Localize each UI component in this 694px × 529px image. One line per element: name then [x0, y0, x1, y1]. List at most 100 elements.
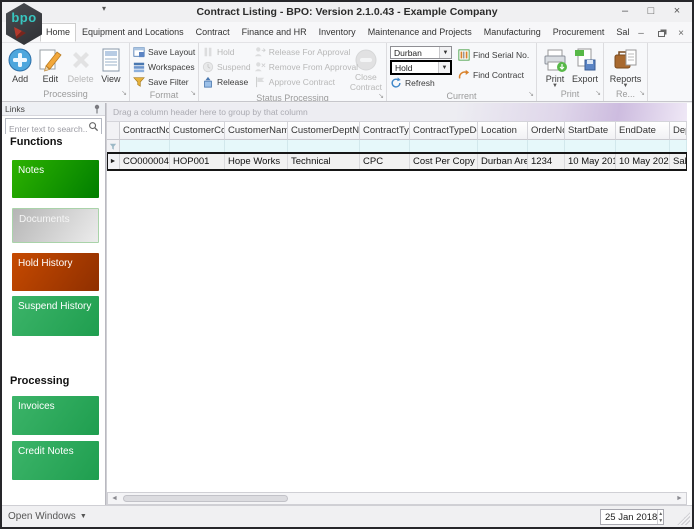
filter-cell[interactable] [360, 140, 410, 153]
approve-contract-flag-icon [255, 76, 265, 88]
dialog-launcher-icon[interactable]: ↘ [639, 88, 645, 100]
tab-home[interactable]: Home [40, 23, 77, 42]
column-header-customername[interactable]: CustomerName [225, 122, 288, 140]
workspaces-button[interactable]: Workspaces ▼ [133, 60, 198, 74]
column-header-contracttypedesc[interactable]: ContractTypeDesc [410, 122, 478, 140]
close-button[interactable]: × [664, 2, 690, 20]
sidebar-button-hold-history[interactable]: Hold History [12, 253, 99, 291]
release-button[interactable]: Release [202, 75, 254, 89]
mdi-restore-button[interactable] [653, 26, 669, 40]
release-icon [204, 76, 212, 88]
column-header-startdate[interactable]: StartDate [565, 122, 616, 140]
tab-procurement[interactable]: Procurement [547, 23, 611, 42]
maximize-button[interactable]: □ [638, 2, 664, 20]
edit-button[interactable]: Edit [35, 45, 65, 88]
credit-notes-label: Credit Notes [18, 446, 74, 457]
release-for-approval-button: Release For Approval [254, 45, 351, 59]
export-button[interactable]: Export [570, 45, 600, 88]
location-filter-dropdown[interactable]: Durban ▼ [390, 46, 452, 59]
horizontal-scrollbar[interactable]: ◄ ► [107, 492, 687, 505]
status-filter-dropdown[interactable]: Hold ▼ [390, 60, 452, 75]
refresh-button[interactable]: Refresh [390, 76, 458, 90]
view-button[interactable]: View [96, 45, 126, 88]
filter-cell[interactable] [478, 140, 528, 153]
column-header-department[interactable]: Depart [670, 122, 687, 140]
delete-button: Delete [66, 45, 96, 88]
date-editor[interactable]: 25 Jan 2018 ▲ ▼ [600, 509, 664, 525]
tab-inventory[interactable]: Inventory [313, 23, 362, 42]
cell-customername: Hope Works [225, 153, 288, 170]
column-header-contracttype[interactable]: ContractType [360, 122, 410, 140]
print-button[interactable]: Print ▼ [540, 45, 570, 89]
chevron-down-icon: ▼ [79, 513, 87, 520]
dialog-launcher-icon[interactable]: ↘ [378, 91, 384, 101]
spinner-up-icon[interactable]: ▲ [658, 510, 663, 517]
filter-cell[interactable] [670, 140, 687, 153]
column-header-contractno[interactable]: ContractNo [120, 122, 170, 140]
sidebar-button-credit-notes[interactable]: Credit Notes [12, 441, 99, 480]
chevron-down-icon: ▼ [438, 62, 450, 73]
add-icon [8, 48, 32, 72]
open-windows-button[interactable]: Open Windows ▼ [2, 511, 87, 522]
add-label: Add [12, 74, 29, 84]
filter-cell[interactable] [225, 140, 288, 153]
approve-contract-label: Approve Contract [268, 77, 335, 87]
scroll-right-icon[interactable]: ► [673, 493, 686, 504]
column-header-location[interactable]: Location [478, 122, 528, 140]
add-button[interactable]: Add [5, 45, 35, 88]
mdi-close-button[interactable]: × [673, 26, 689, 40]
ribbon-group-status-processing: Hold Suspend Release Release For Approva… [199, 43, 387, 101]
column-header-customercode[interactable]: CustomerCode [170, 122, 225, 140]
app-window: bpo ▾ Contract Listing - BPO: Version 2.… [0, 0, 694, 529]
find-contract-icon [458, 69, 470, 79]
filter-cell[interactable] [288, 140, 360, 153]
dialog-launcher-icon[interactable]: ↘ [190, 88, 196, 100]
ribbon: Add Edit Delete View Processing ↘ Save L… [2, 43, 692, 102]
filter-cell[interactable] [120, 140, 170, 153]
filter-cell[interactable] [410, 140, 478, 153]
column-header-enddate[interactable]: EndDate [616, 122, 670, 140]
dialog-launcher-icon[interactable]: ↘ [528, 89, 534, 101]
sidebar-button-invoices[interactable]: Invoices [12, 396, 99, 435]
resize-grip[interactable] [677, 512, 690, 525]
sidebar-button-documents[interactable]: Documents [12, 208, 99, 243]
filter-cell[interactable] [616, 140, 670, 153]
save-layout-button[interactable]: Save Layout [133, 45, 198, 59]
tab-contract[interactable]: Contract [190, 23, 236, 42]
spinner-down-icon[interactable]: ▼ [658, 517, 663, 524]
table-row-selected[interactable]: ► CO0000045 HOP001 Hope Works Technical … [107, 152, 687, 171]
ribbon-group-reports: Reports ▼ Re... ↘ [604, 43, 648, 101]
column-header-orderno[interactable]: OrderNo [528, 122, 565, 140]
reports-button[interactable]: Reports ▼ [607, 45, 644, 89]
find-serial-no-button[interactable]: Find Serial No. [458, 48, 529, 62]
cell-contracttype: CPC [360, 153, 410, 170]
ribbon-group-processing: Add Edit Delete View Processing ↘ [2, 43, 130, 101]
mdi-minimize-button[interactable]: – [633, 26, 649, 40]
scrollbar-thumb[interactable] [123, 495, 288, 502]
tab-equipment-and-locations[interactable]: Equipment and Locations [76, 23, 190, 42]
scroll-left-icon[interactable]: ◄ [108, 493, 121, 504]
tab-maintenance-and-projects[interactable]: Maintenance and Projects [362, 23, 478, 42]
find-contract-button[interactable]: Find Contract [458, 68, 529, 82]
filter-cell[interactable] [528, 140, 565, 153]
cell-customercode: HOP001 [170, 153, 225, 170]
dialog-launcher-icon[interactable]: ↘ [121, 88, 127, 100]
tab-manufacturing[interactable]: Manufacturing [478, 23, 547, 42]
sidebar-button-notes[interactable]: Notes [12, 160, 99, 198]
minimize-button[interactable]: – [612, 2, 638, 20]
cell-enddate: 10 May 2022 [616, 153, 670, 170]
cell-contracttypedesc: Cost Per Copy [410, 153, 478, 170]
column-header-customerdeptname[interactable]: CustomerDeptName [288, 122, 360, 140]
quick-access-dropdown-icon[interactable]: ▾ [102, 4, 106, 13]
dialog-launcher-icon[interactable]: ↘ [595, 88, 601, 100]
tab-finance-and-hr[interactable]: Finance and HR [236, 23, 313, 42]
pin-icon[interactable] [92, 104, 102, 114]
search-input[interactable] [6, 122, 101, 136]
filter-cell[interactable] [565, 140, 616, 153]
links-title: Links [5, 104, 25, 114]
sidebar-button-suspend-history[interactable]: Suspend History [12, 296, 99, 336]
save-layout-icon [133, 47, 145, 58]
filter-cell[interactable] [170, 140, 225, 153]
save-filter-button[interactable]: Save Filter [133, 75, 198, 89]
ribbon-group-format: Save Layout Workspaces ▼ Save Filter For… [130, 43, 199, 101]
